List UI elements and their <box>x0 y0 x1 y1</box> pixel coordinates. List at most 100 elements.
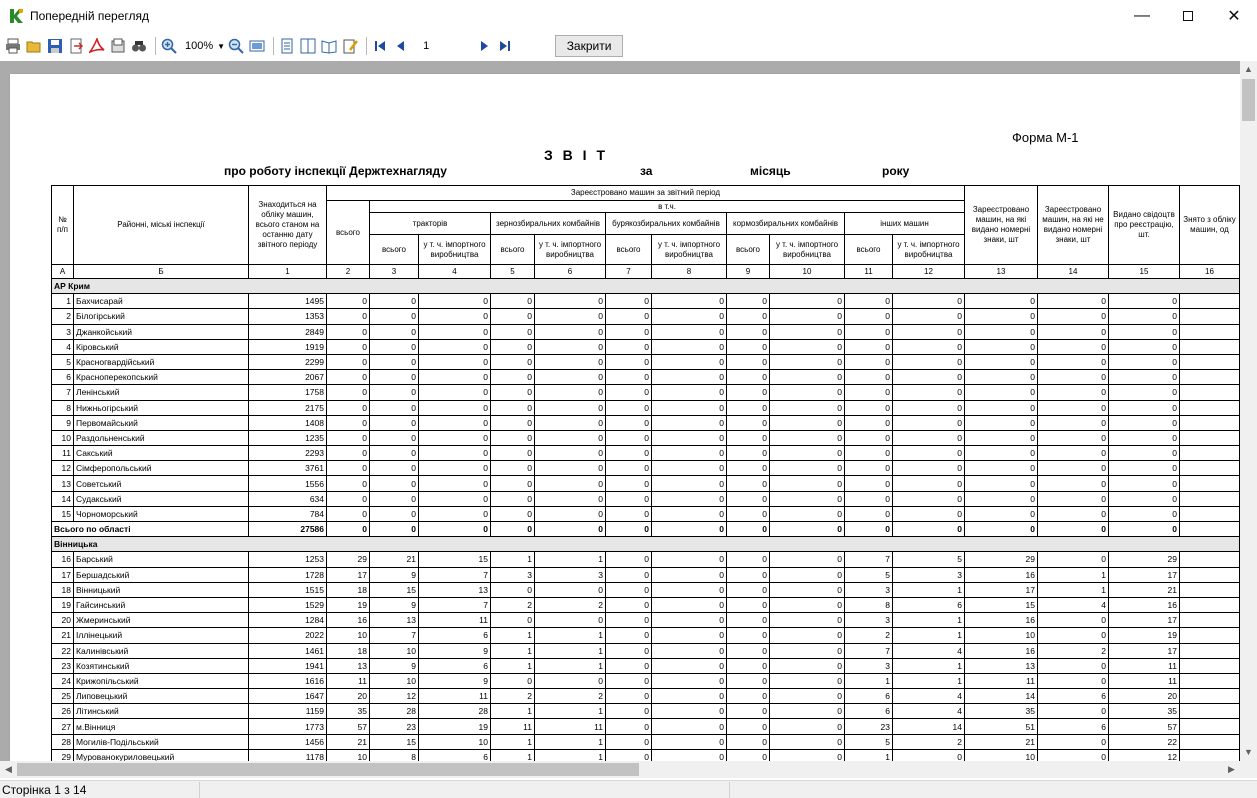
scroll-right-icon[interactable]: ▶ <box>1223 761 1240 778</box>
maximize-button[interactable] <box>1165 0 1211 32</box>
row-number: 26 <box>51 703 74 720</box>
value-cell: 0 <box>769 369 845 386</box>
page-number-input[interactable] <box>419 37 470 55</box>
header-num: № п/п <box>51 185 74 265</box>
value-cell: 0 <box>726 369 770 386</box>
print-icon[interactable] <box>4 37 22 55</box>
inspection-name: Первомайський <box>73 414 249 431</box>
value-cell: 1 <box>534 703 606 720</box>
value-cell: 0 <box>534 490 606 507</box>
value-cell: 0 <box>651 672 727 690</box>
table-row: 10 Раздольненський 1235 0 0 0 0 0 0 0 0 0 0 0 0 0 0 <box>51 429 1240 447</box>
export-icon[interactable] <box>67 37 85 55</box>
value-cell: 0 <box>605 627 652 644</box>
value-cell: 0 <box>326 293 370 310</box>
value-cell: 0 <box>726 308 770 325</box>
value-cell: 0 <box>651 627 727 644</box>
chevron-down-icon: ▼ <box>217 41 226 51</box>
save-icon[interactable] <box>46 37 64 55</box>
value-cell: 0 <box>418 293 491 310</box>
value-cell: 0 <box>605 460 652 477</box>
scroll-left-icon[interactable]: ◀ <box>0 761 17 778</box>
value-cell: 0 <box>651 748 727 761</box>
first-page-icon[interactable] <box>371 37 389 55</box>
subheader-import: у т. ч. імпортного виробництва <box>892 234 965 265</box>
value-cell: 23 <box>844 718 893 735</box>
value-cell: 0 <box>844 323 893 340</box>
value-cell: 0 <box>605 551 652 568</box>
value-cell: 0 <box>534 429 606 447</box>
value-cell: 0 <box>326 414 370 431</box>
value-cell: 10 <box>964 627 1038 644</box>
close-preview-button[interactable]: Закрити <box>555 35 624 57</box>
two-pages-icon[interactable] <box>299 37 317 55</box>
row-number: 5 <box>51 353 74 371</box>
subheader-total: всього <box>605 234 652 265</box>
value-cell: 3 <box>844 612 893 629</box>
value-cell <box>1179 596 1240 614</box>
close-window-button[interactable]: ✕ <box>1211 0 1257 32</box>
email-icon[interactable] <box>109 37 127 55</box>
minimize-button[interactable]: — <box>1119 0 1165 32</box>
form-code: Форма М-1 <box>1012 130 1079 145</box>
horizontal-scrollbar[interactable]: ◀ ▶ <box>0 761 1257 778</box>
inspection-name: Жмеринський <box>73 612 249 629</box>
book-icon[interactable] <box>320 37 338 55</box>
row-number: 1 <box>51 293 74 310</box>
value-cell: 0 <box>534 581 606 598</box>
value-cell: 11 <box>418 688 491 705</box>
value-cell: 0 <box>490 490 535 507</box>
scroll-down-icon[interactable]: ▼ <box>1240 744 1257 761</box>
value-cell: 7 <box>844 642 893 659</box>
find-icon[interactable] <box>130 37 148 55</box>
value-cell: 0 <box>1037 293 1109 310</box>
edit-icon[interactable] <box>341 37 359 55</box>
value-cell: 1 <box>534 627 606 644</box>
value-cell: 0 <box>726 627 770 644</box>
value-cell <box>1179 688 1240 705</box>
value-cell: 0 <box>892 323 965 340</box>
value-cell <box>1179 672 1240 690</box>
value-cell: 0 <box>490 460 535 477</box>
one-page-icon[interactable] <box>278 37 296 55</box>
value-cell: 0 <box>490 475 535 492</box>
value-cell: 0 <box>651 596 727 614</box>
value-cell: 0 <box>892 414 965 431</box>
column-code: 1 <box>248 264 327 279</box>
value-cell: 7 <box>844 551 893 568</box>
value-cell: 7 <box>418 596 491 614</box>
zoom-select[interactable]: 100% ▼ <box>185 40 225 52</box>
pdf-icon[interactable] <box>88 37 106 55</box>
preview-area[interactable]: Форма М-1 З В І Т про роботу інспекції Д… <box>0 61 1240 761</box>
row-number: 22 <box>51 642 74 659</box>
next-page-icon[interactable] <box>475 37 493 55</box>
value-cell: 0 <box>534 323 606 340</box>
value-cell: 0 <box>605 308 652 325</box>
zoom-in-icon[interactable] <box>160 37 178 55</box>
value-cell: 0 <box>369 323 419 340</box>
value-cell: 0 <box>769 460 845 477</box>
value-cell: 0 <box>1108 369 1180 386</box>
page-width-icon[interactable] <box>248 37 266 55</box>
value-cell: 23 <box>369 718 419 735</box>
value-cell: 9 <box>369 657 419 674</box>
row-number: 25 <box>51 688 74 705</box>
value-cell: 0 <box>769 703 845 720</box>
vertical-scrollbar[interactable]: ▲ ▼ <box>1240 61 1257 761</box>
value-cell <box>1179 627 1240 644</box>
zoom-out-icon[interactable] <box>227 37 245 55</box>
value-cell: 0 <box>605 414 652 431</box>
value-cell: 0 <box>844 399 893 416</box>
inspection-name: Бахчисарай <box>73 293 249 310</box>
last-page-icon[interactable] <box>496 37 514 55</box>
value-cell: 18 <box>326 581 370 598</box>
value-cell: 0 <box>769 445 845 462</box>
scroll-up-icon[interactable]: ▲ <box>1240 61 1257 78</box>
prev-page-icon[interactable] <box>392 37 410 55</box>
horizontal-scroll-thumb[interactable] <box>17 763 639 776</box>
vertical-scroll-thumb[interactable] <box>1242 79 1255 121</box>
value-cell: 3 <box>534 566 606 583</box>
open-icon[interactable] <box>25 37 43 55</box>
value-cell: 0 <box>844 308 893 325</box>
value-cell: 6 <box>844 703 893 720</box>
